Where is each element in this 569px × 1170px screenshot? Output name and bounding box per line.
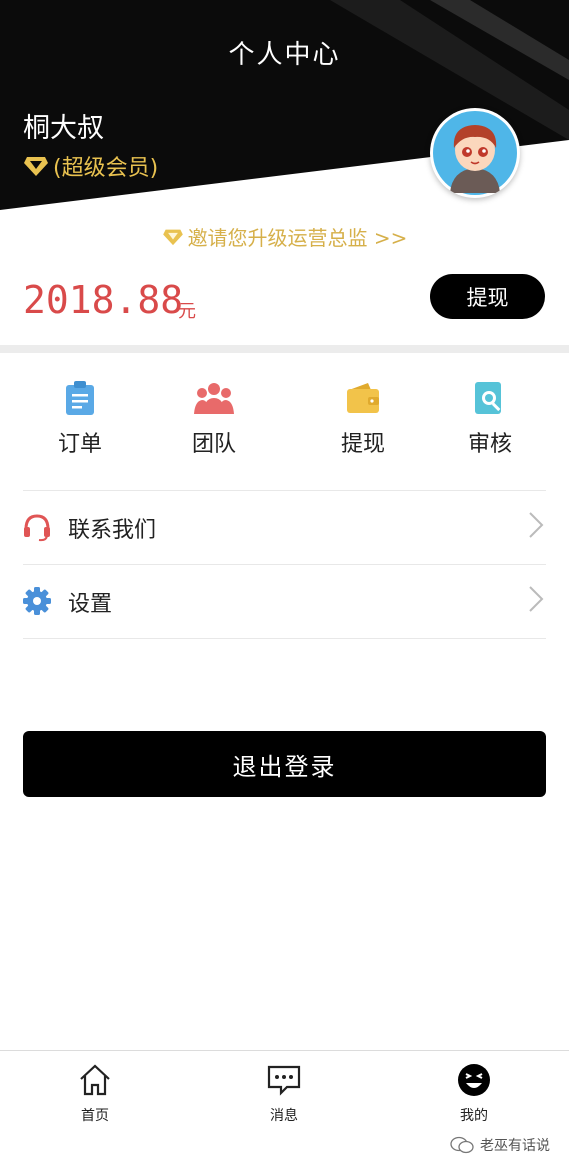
withdraw-button[interactable]: 提现 [430,274,545,319]
tab-messages[interactable]: 消息 [234,1063,334,1125]
page-title: 个人中心 [228,40,341,70]
member-level: (超级会员) [53,156,159,181]
section-divider [0,345,569,353]
quick-actions: 订单 团队 提现 审核 [0,380,569,470]
home-icon [80,1064,110,1096]
menu-settings[interactable]: 设置 [0,566,569,638]
avatar[interactable] [430,108,520,198]
logout-button[interactable]: 退出登录 [23,731,546,797]
menu-contact-us[interactable]: 联系我们 [0,492,569,564]
action-review[interactable]: 审核 [440,380,540,458]
wechat-icon [450,1136,474,1154]
balance-currency: 元 [178,301,196,322]
chevron-right-icon [529,586,544,612]
tab-label: 首页 [81,1108,109,1124]
tab-label: 我的 [460,1108,488,1124]
headset-icon [24,514,50,542]
avatar-image [433,111,517,195]
action-label: 团队 [191,432,236,457]
member-badge: (超级会员) [23,150,158,182]
message-icon [267,1065,301,1096]
divider [23,490,546,491]
action-label: 提现 [340,432,385,457]
wallet-icon [347,383,379,413]
invite-text: 邀请您升级运营总监 >> [187,226,408,250]
menu-label: 联系我们 [68,518,157,543]
action-label: 订单 [57,432,102,457]
review-icon [475,382,501,414]
invite-upgrade-link[interactable]: 邀请您升级运营总监 >> [0,222,569,251]
divider [23,564,546,565]
tab-me[interactable]: 我的 [424,1063,524,1125]
diamond-icon [24,157,48,176]
tab-home[interactable]: 首页 [45,1063,145,1125]
watermark: 老巫有话说 [450,1135,550,1155]
clipboard-icon [66,381,94,415]
balance-amount: 2018.88 [23,278,184,322]
profile-header: 个人中心 桐大叔 (超级会员) [0,0,569,215]
gear-icon [23,587,51,615]
action-label: 审核 [467,432,512,457]
divider [23,638,546,639]
action-withdraw[interactable]: 提现 [313,380,413,458]
smile-icon [458,1064,490,1096]
chevron-right-icon [529,512,544,538]
username: 桐大叔 [23,113,104,144]
tab-label: 消息 [270,1108,298,1124]
action-orders[interactable]: 订单 [30,380,130,458]
watermark-text: 老巫有话说 [480,1138,550,1154]
action-team[interactable]: 团队 [164,380,264,458]
team-icon [194,383,234,414]
menu-label: 设置 [68,592,113,617]
diamond-icon [162,229,183,245]
